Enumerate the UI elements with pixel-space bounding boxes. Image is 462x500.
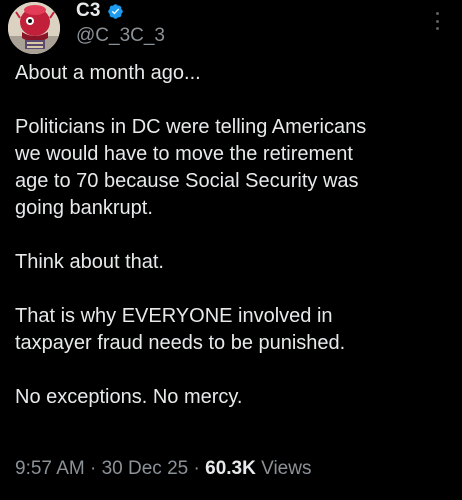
post-paragraph: No exceptions. No mercy. [15, 386, 243, 408]
post-paragraph: That is why EVERYONE involved in taxpaye… [15, 305, 346, 354]
post-time[interactable]: 9:57 AM [15, 458, 85, 479]
author-handle[interactable]: @C_3C_3 [76, 25, 165, 47]
more-dot [435, 27, 439, 30]
more-options-icon[interactable] [434, 12, 440, 30]
display-name[interactable]: C3 [76, 0, 101, 22]
post-text: About a month ago... Politicians in DC w… [15, 60, 455, 411]
post-paragraph: About a month ago... [15, 62, 201, 84]
post-paragraph: Politicians in DC were telling Americans… [15, 116, 367, 219]
avatar[interactable] [8, 2, 60, 54]
verified-badge-icon [107, 3, 123, 19]
views-label: Views [261, 458, 312, 479]
author-name-row[interactable]: C3 [76, 0, 124, 22]
post-metadata: 9:57 AM · 30 Dec 25 · 60.3K Views [15, 458, 311, 480]
meta-separator: · [84, 458, 102, 479]
post-date[interactable]: 30 Dec 25 [102, 458, 189, 479]
avatar-image [8, 2, 60, 54]
post-paragraph: Think about that. [15, 251, 164, 273]
more-dot [435, 12, 439, 15]
views-count: 60.3K [205, 458, 256, 479]
meta-separator: · [188, 458, 206, 479]
more-dot [435, 19, 439, 23]
post: C3 @C_3C_3 About a month ago... Politici… [0, 0, 462, 500]
